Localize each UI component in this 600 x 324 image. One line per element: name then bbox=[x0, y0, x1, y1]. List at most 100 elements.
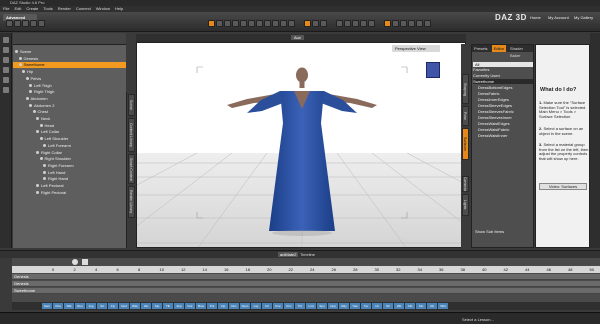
tab-lights[interactable]: Lights bbox=[462, 194, 469, 216]
translate-tool-icon[interactable] bbox=[224, 20, 231, 27]
settings-icon[interactable] bbox=[424, 20, 431, 27]
aniblock-button[interactable]: Lay bbox=[251, 303, 261, 309]
surface-item[interactable]: DressWaistInner bbox=[473, 133, 533, 138]
primitive-icon[interactable] bbox=[368, 20, 375, 27]
visibility-eye-icon[interactable] bbox=[36, 130, 39, 134]
lesson-selector[interactable]: Select a Lesson... bbox=[462, 317, 494, 322]
tab-content-library[interactable]: Content Library bbox=[128, 118, 135, 152]
camera-view-icon[interactable] bbox=[3, 57, 9, 63]
visibility-eye-icon[interactable] bbox=[39, 137, 43, 141]
import-icon[interactable] bbox=[400, 20, 407, 27]
track-genesis[interactable]: Genesis bbox=[12, 274, 600, 280]
aniblock-button[interactable]: Kck bbox=[185, 303, 195, 309]
scene-node[interactable]: Neck bbox=[13, 116, 126, 122]
my-account-link[interactable]: My Account bbox=[548, 15, 569, 20]
visibility-eye-icon[interactable] bbox=[29, 90, 32, 94]
aniblock-button[interactable]: Glt bbox=[427, 303, 437, 309]
aniblock-button[interactable]: Tlk bbox=[163, 303, 173, 309]
prop-icon[interactable] bbox=[3, 87, 9, 93]
visibility-eye-icon[interactable] bbox=[43, 163, 46, 167]
spot-render-tool-icon[interactable] bbox=[288, 20, 295, 27]
visibility-eye-icon[interactable] bbox=[29, 83, 32, 87]
aniblock-button[interactable]: Clb bbox=[405, 303, 415, 309]
light-icon[interactable] bbox=[3, 67, 9, 73]
open-icon[interactable] bbox=[14, 20, 21, 27]
aniblock-button[interactable]: Jmp bbox=[174, 303, 184, 309]
surface-item[interactable]: DressWaistFabric bbox=[473, 127, 533, 132]
new-icon[interactable] bbox=[6, 20, 13, 27]
aniblock-button[interactable]: Bow bbox=[196, 303, 206, 309]
move-icon[interactable] bbox=[3, 47, 9, 53]
aniblock-button[interactable]: Hop bbox=[328, 303, 338, 309]
aniblock-button[interactable]: Wlt bbox=[394, 303, 404, 309]
aniblock-button[interactable]: Cha bbox=[53, 303, 63, 309]
scene-node[interactable]: Head bbox=[13, 123, 126, 129]
aniblock-button[interactable]: Sam bbox=[42, 303, 52, 309]
aniblock-button[interactable]: Pnt bbox=[207, 303, 217, 309]
aniblock-button[interactable]: Lnd bbox=[306, 303, 316, 309]
aniblock-button[interactable]: Jog bbox=[86, 303, 96, 309]
visibility-eye-icon[interactable] bbox=[39, 123, 43, 127]
export-icon[interactable] bbox=[408, 20, 415, 27]
visibility-eye-icon[interactable] bbox=[36, 150, 39, 154]
visibility-eye-icon[interactable] bbox=[25, 96, 29, 100]
viewport-tab[interactable]: Aux bbox=[291, 35, 304, 40]
scene-node[interactable]: Genesis bbox=[13, 56, 126, 62]
scene-node[interactable]: Abdomen 2 bbox=[13, 103, 126, 109]
aniblock-button[interactable]: Stn bbox=[416, 303, 426, 309]
scene-node[interactable]: Right Collar bbox=[13, 150, 126, 156]
node-selection-tool-icon[interactable] bbox=[256, 20, 263, 27]
scene-node[interactable]: Chest bbox=[13, 109, 126, 115]
undo-icon[interactable] bbox=[30, 20, 37, 27]
scene-node[interactable]: Left Hand bbox=[13, 170, 126, 176]
scene-node[interactable]: Right Thigh bbox=[13, 89, 126, 95]
scene-node[interactable]: Scene bbox=[13, 49, 126, 55]
my-gallery-link[interactable]: My Gallery bbox=[574, 15, 593, 20]
surface-item[interactable]: DressSleeveEdges bbox=[473, 103, 533, 108]
scene-node[interactable]: Left Collar bbox=[13, 129, 126, 135]
aniblock-button[interactable]: Idl bbox=[372, 303, 382, 309]
scene-node[interactable]: Left Pectoral bbox=[13, 183, 126, 189]
spot-light-icon[interactable] bbox=[344, 20, 351, 27]
aniblock-button[interactable]: Run bbox=[75, 303, 85, 309]
visibility-eye-icon[interactable] bbox=[43, 143, 46, 147]
tab-timeline[interactable]: Timeline bbox=[300, 252, 315, 257]
tab-editor[interactable]: Editor bbox=[491, 45, 507, 52]
scene-node[interactable]: Right Hand bbox=[13, 176, 126, 182]
distant-light-icon[interactable] bbox=[352, 20, 359, 27]
aniblock-button[interactable]: Rdy bbox=[339, 303, 349, 309]
tab-render-library[interactable]: Render Library bbox=[128, 186, 135, 218]
surface-item[interactable]: DressSleevesFabric bbox=[473, 109, 533, 114]
surface-item[interactable]: DressBottomEdges bbox=[473, 85, 533, 90]
point-light-icon[interactable] bbox=[336, 20, 343, 27]
aniblock-button[interactable]: Clp bbox=[218, 303, 228, 309]
surface-item[interactable]: DressFabric bbox=[473, 91, 533, 96]
aniblock-button[interactable]: Thr bbox=[295, 303, 305, 309]
surface-item[interactable]: Currently Used bbox=[473, 73, 533, 78]
visibility-eye-icon[interactable] bbox=[18, 63, 22, 67]
surface-item[interactable]: DressWaistEdges bbox=[473, 121, 533, 126]
camera-selector[interactable]: Perspective View bbox=[392, 45, 440, 52]
content-library-icon[interactable] bbox=[384, 20, 391, 27]
aniblock-button[interactable]: Hlo bbox=[141, 303, 151, 309]
aniblock-button[interactable]: Kne bbox=[273, 303, 283, 309]
visibility-eye-icon[interactable] bbox=[22, 70, 25, 74]
3d-viewport[interactable] bbox=[136, 42, 466, 248]
aniblock-button[interactable]: Wht bbox=[438, 303, 448, 309]
scene-node[interactable]: Right Pectoral bbox=[13, 190, 126, 196]
camera-icon[interactable] bbox=[360, 20, 367, 27]
scene-node[interactable]: Pelvis bbox=[13, 76, 126, 82]
smart-content-icon[interactable] bbox=[392, 20, 399, 27]
visibility-eye-icon[interactable] bbox=[36, 190, 39, 194]
aniblock-button[interactable]: Fly bbox=[108, 303, 118, 309]
scene-node[interactable]: Abdomen bbox=[13, 96, 126, 102]
save-icon[interactable] bbox=[22, 20, 29, 27]
tab-shaping[interactable]: Shaping bbox=[462, 74, 469, 104]
view-cube-icon[interactable] bbox=[426, 62, 440, 78]
aniblock-button[interactable]: Swm bbox=[240, 303, 250, 309]
aniblock-button[interactable]: Yaw bbox=[350, 303, 360, 309]
tab-pose[interactable]: Pose bbox=[462, 106, 469, 126]
aniblock-button[interactable]: Sit bbox=[97, 303, 107, 309]
visibility-eye-icon[interactable] bbox=[29, 103, 32, 107]
scene-node[interactable]: Left Forearm bbox=[13, 143, 126, 149]
